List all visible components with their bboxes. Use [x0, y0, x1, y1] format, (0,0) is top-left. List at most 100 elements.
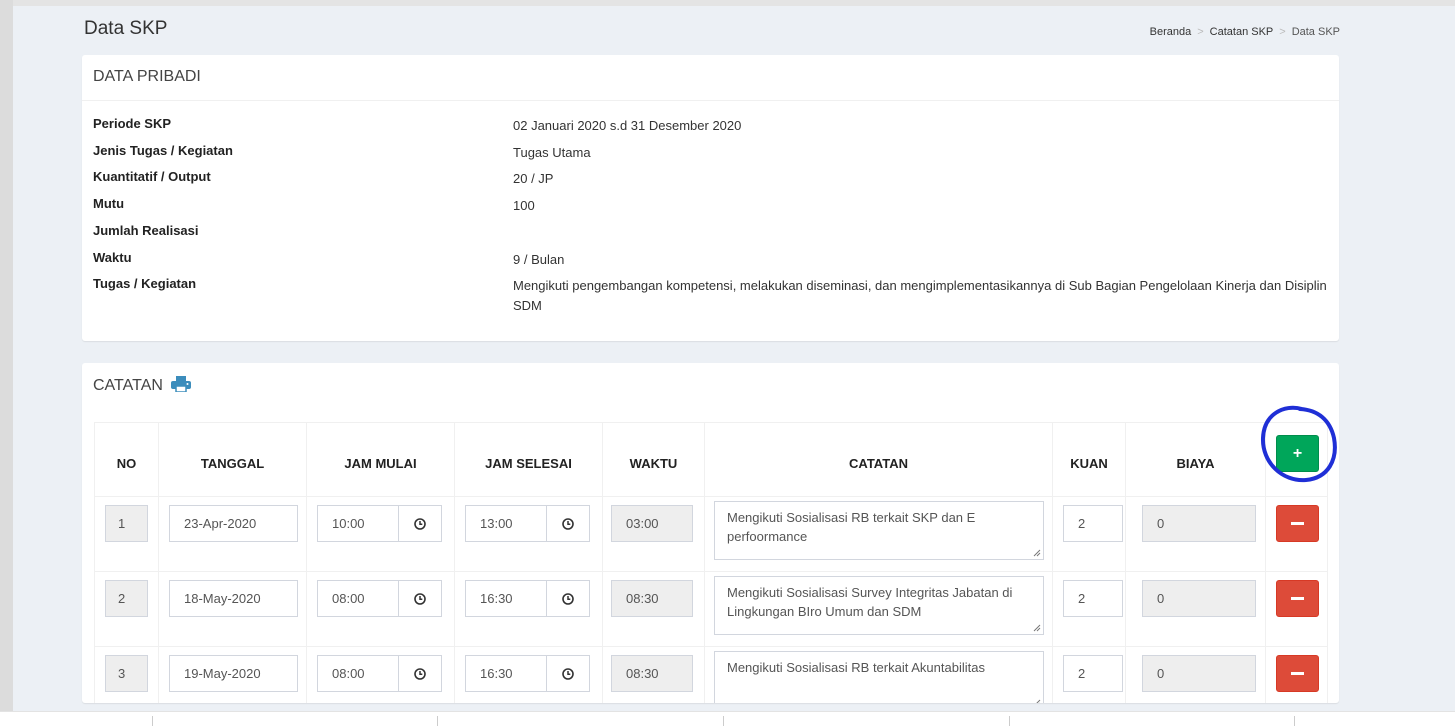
- clock-icon[interactable]: [398, 655, 442, 692]
- cell-catatan: Mengikuti Sosialisasi RB terkait SKP dan…: [704, 496, 1053, 572]
- cell-biaya: 0: [1125, 496, 1266, 572]
- print-icon[interactable]: [171, 376, 192, 397]
- cell-jam-mulai: 08:00: [306, 646, 455, 703]
- table-row: 3 19-May-2020 08:00 16:30 08:30 Mengikut…: [94, 646, 1328, 703]
- minus-icon: [1291, 597, 1304, 600]
- note-text: Mengikuti Sosialisasi RB terkait Akuntab…: [727, 660, 985, 675]
- end-time-input[interactable]: 16:30: [465, 580, 547, 617]
- breadcrumb-separator: >: [1279, 26, 1286, 38]
- notes-title: CATATAN: [93, 377, 163, 394]
- cell-no: 2: [94, 571, 159, 647]
- note-textarea[interactable]: Mengikuti Sosialisasi RB terkait SKP dan…: [714, 501, 1044, 560]
- end-time-input[interactable]: 13:00: [465, 505, 547, 542]
- delete-row-button[interactable]: [1276, 655, 1319, 692]
- cell-waktu: 08:30: [602, 646, 705, 703]
- cost-field: 0: [1142, 505, 1256, 542]
- column-header-waktu: WAKTU: [602, 422, 705, 497]
- row-number-field: 3: [105, 655, 148, 692]
- quantity-input[interactable]: 2: [1063, 655, 1123, 692]
- left-strip: [0, 0, 13, 725]
- clock-icon[interactable]: [546, 580, 590, 617]
- quantity-input[interactable]: 2: [1063, 580, 1123, 617]
- clock-icon[interactable]: [546, 505, 590, 542]
- column-header-jam-selesai: JAM SELESAI: [454, 422, 603, 497]
- note-textarea[interactable]: Mengikuti Sosialisasi RB terkait Akuntab…: [714, 651, 1044, 703]
- cell-tanggal: 18-May-2020: [158, 571, 307, 647]
- delete-row-button[interactable]: [1276, 580, 1319, 617]
- cost-field: 0: [1142, 580, 1256, 617]
- table-row: 2 18-May-2020 08:00 16:30 08:30 Mengikut…: [94, 571, 1328, 647]
- note-textarea[interactable]: Mengikuti Sosialisasi Survey Integritas …: [714, 576, 1044, 635]
- cell-tanggal: 19-May-2020: [158, 646, 307, 703]
- cell-jam-selesai: 16:30: [454, 571, 603, 647]
- info-label: Kuantitatif / Output: [93, 169, 211, 184]
- info-label: Waktu: [93, 250, 132, 265]
- resize-grip-icon[interactable]: [1033, 549, 1041, 557]
- info-label: Tugas / Kegiatan: [93, 276, 197, 291]
- column-header-biaya: BIAYA: [1125, 422, 1266, 497]
- breadcrumb-home[interactable]: Beranda: [1150, 26, 1192, 38]
- info-value: 100: [513, 198, 535, 213]
- notes-header: CATATAN: [82, 363, 1339, 409]
- column-header-kuan: KUAN: [1052, 422, 1126, 497]
- clock-icon[interactable]: [546, 655, 590, 692]
- duration-field: 08:30: [611, 580, 693, 617]
- cell-biaya: 0: [1125, 646, 1266, 703]
- personal-data-panel: DATA PRIBADI Periode SKP 02 Januari 2020…: [82, 55, 1339, 341]
- clock-icon[interactable]: [398, 580, 442, 617]
- cell-jam-mulai: 10:00: [306, 496, 455, 572]
- breadcrumb-separator: >: [1197, 26, 1204, 38]
- cell-jam-mulai: 08:00: [306, 571, 455, 647]
- duration-field: 03:00: [611, 505, 693, 542]
- minus-icon: [1291, 672, 1304, 675]
- start-time-input[interactable]: 08:00: [317, 655, 399, 692]
- breadcrumb: Beranda > Catatan SKP > Data SKP: [1150, 26, 1340, 38]
- resize-grip-icon[interactable]: [1033, 699, 1041, 703]
- cell-no: 3: [94, 646, 159, 703]
- cell-catatan: Mengikuti Sosialisasi RB terkait Akuntab…: [704, 646, 1053, 703]
- info-value: Tugas Utama: [513, 145, 591, 160]
- cell-biaya: 0: [1125, 571, 1266, 647]
- delete-row-button[interactable]: [1276, 505, 1319, 542]
- cell-jam-selesai: 13:00: [454, 496, 603, 572]
- clock-icon[interactable]: [398, 505, 442, 542]
- notes-panel: CATATAN NO TANGGAL JAM MULAI JAM SELESAI…: [82, 363, 1339, 703]
- date-input[interactable]: 23-Apr-2020: [169, 505, 298, 542]
- cell-kuan: 2: [1052, 646, 1126, 703]
- cell-kuan: 2: [1052, 496, 1126, 572]
- duration-field: 08:30: [611, 655, 693, 692]
- cell-actions: [1265, 571, 1328, 647]
- annotation-circle: [1260, 405, 1337, 483]
- cell-jam-selesai: 16:30: [454, 646, 603, 703]
- column-header-no: NO: [94, 422, 159, 497]
- note-text: Mengikuti Sosialisasi Survey Integritas …: [727, 585, 1013, 619]
- info-value: 20 / JP: [513, 171, 554, 186]
- info-value: 9 / Bulan: [513, 252, 565, 267]
- date-input[interactable]: 18-May-2020: [169, 580, 298, 617]
- minus-icon: [1291, 522, 1304, 525]
- breadcrumb-catatan-skp[interactable]: Catatan SKP: [1210, 26, 1274, 38]
- row-number-field: 1: [105, 505, 148, 542]
- note-text: Mengikuti Sosialisasi RB terkait SKP dan…: [727, 510, 976, 544]
- top-strip: [0, 0, 1455, 6]
- quantity-input[interactable]: 2: [1063, 505, 1123, 542]
- cell-waktu: 08:30: [602, 571, 705, 647]
- cell-tanggal: 23-Apr-2020: [158, 496, 307, 572]
- notes-table-header: NO TANGGAL JAM MULAI JAM SELESAI WAKTU C…: [94, 422, 1328, 497]
- resize-grip-icon[interactable]: [1033, 624, 1041, 632]
- row-number-field: 2: [105, 580, 148, 617]
- cost-field: 0: [1142, 655, 1256, 692]
- info-value: Mengikuti pengembangan kompetensi, melak…: [513, 278, 1327, 313]
- info-label: Mutu: [93, 196, 125, 211]
- cell-actions: [1265, 496, 1328, 572]
- start-time-input[interactable]: 08:00: [317, 580, 399, 617]
- start-time-input[interactable]: 10:00: [317, 505, 399, 542]
- end-time-input[interactable]: 16:30: [465, 655, 547, 692]
- notes-table: NO TANGGAL JAM MULAI JAM SELESAI WAKTU C…: [94, 422, 1328, 703]
- info-label: Jenis Tugas / Kegiatan: [93, 143, 233, 158]
- date-input[interactable]: 19-May-2020: [169, 655, 298, 692]
- info-label: Periode SKP: [93, 116, 172, 131]
- bottom-bar: [0, 711, 1455, 726]
- breadcrumb-current: Data SKP: [1291, 26, 1340, 38]
- page-title: Data SKP: [84, 18, 168, 39]
